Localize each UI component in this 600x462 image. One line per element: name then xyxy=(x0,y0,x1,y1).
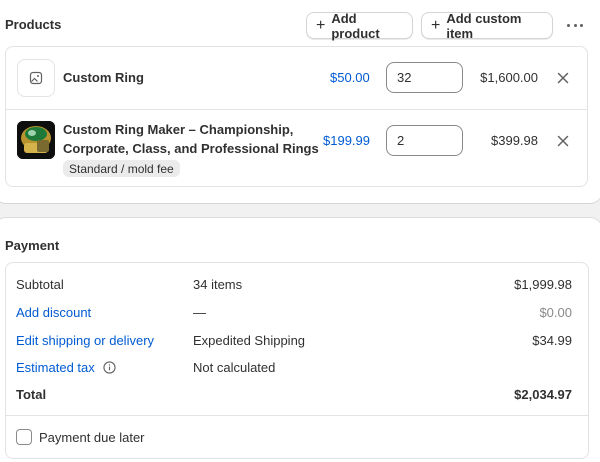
item-price[interactable]: $50.00 xyxy=(330,70,370,85)
more-actions-icon[interactable] xyxy=(566,16,584,34)
row-divider xyxy=(6,109,587,110)
payment-card: Payment Subtotal 34 items $1,999.98 Add … xyxy=(0,218,600,462)
add-custom-item-label: Add custom item xyxy=(446,10,522,41)
product-photo xyxy=(17,121,55,159)
item-name-line-1[interactable]: Custom Ring Maker – Championship, xyxy=(63,122,293,137)
total-label: Total xyxy=(16,387,47,402)
item-name-line-2[interactable]: Corporate, Class, and Professional Rings xyxy=(63,141,319,156)
total-value: $2,034.97 xyxy=(514,387,572,402)
item-price[interactable]: $199.99 xyxy=(323,133,370,148)
image-placeholder-icon xyxy=(17,59,55,97)
summary-divider xyxy=(6,415,588,416)
item-total: $1,600.00 xyxy=(480,70,538,85)
payment-due-later-label[interactable]: Payment due later xyxy=(39,430,145,445)
shipping-method: Expedited Shipping xyxy=(193,333,306,348)
add-custom-item-button[interactable]: + Add custom item xyxy=(421,10,553,41)
line-items-list: Custom Ring $50.00 $1,600.00 Custom Ring… xyxy=(5,46,588,187)
discount-value: $0.00 xyxy=(539,305,572,320)
shipping-value: $34.99 xyxy=(532,333,572,348)
products-title: Products xyxy=(5,17,62,32)
tax-status: Not calculated xyxy=(193,360,276,375)
info-icon[interactable] xyxy=(103,361,117,374)
payment-summary: Subtotal 34 items $1,999.98 Add discount… xyxy=(5,262,589,459)
remove-item-icon[interactable] xyxy=(555,70,571,86)
discount-placeholder: — xyxy=(193,305,206,320)
payment-due-later-checkbox[interactable] xyxy=(16,429,32,445)
plus-icon: + xyxy=(316,16,326,34)
variant-badge: Standard / mold fee xyxy=(63,160,180,177)
subtotal-items: 34 items xyxy=(193,277,243,292)
plus-icon: + xyxy=(431,16,441,34)
quantity-input[interactable] xyxy=(386,62,463,93)
estimated-tax-row: Estimated tax xyxy=(16,360,117,375)
add-product-button[interactable]: + Add product xyxy=(306,10,413,41)
payment-title: Payment xyxy=(5,238,60,253)
add-discount-link[interactable]: Add discount xyxy=(16,305,91,320)
item-name[interactable]: Custom Ring xyxy=(63,70,144,85)
quantity-input[interactable] xyxy=(386,125,463,156)
add-product-label: Add product xyxy=(331,10,380,41)
estimated-tax-link[interactable]: Estimated tax xyxy=(16,360,95,375)
products-card: Products + Add product + Add custom item… xyxy=(0,0,600,203)
subtotal-value: $1,999.98 xyxy=(514,277,572,292)
edit-shipping-link[interactable]: Edit shipping or delivery xyxy=(16,333,154,348)
subtotal-label: Subtotal xyxy=(16,277,64,292)
remove-item-icon[interactable] xyxy=(555,133,571,149)
item-total: $399.98 xyxy=(491,133,538,148)
